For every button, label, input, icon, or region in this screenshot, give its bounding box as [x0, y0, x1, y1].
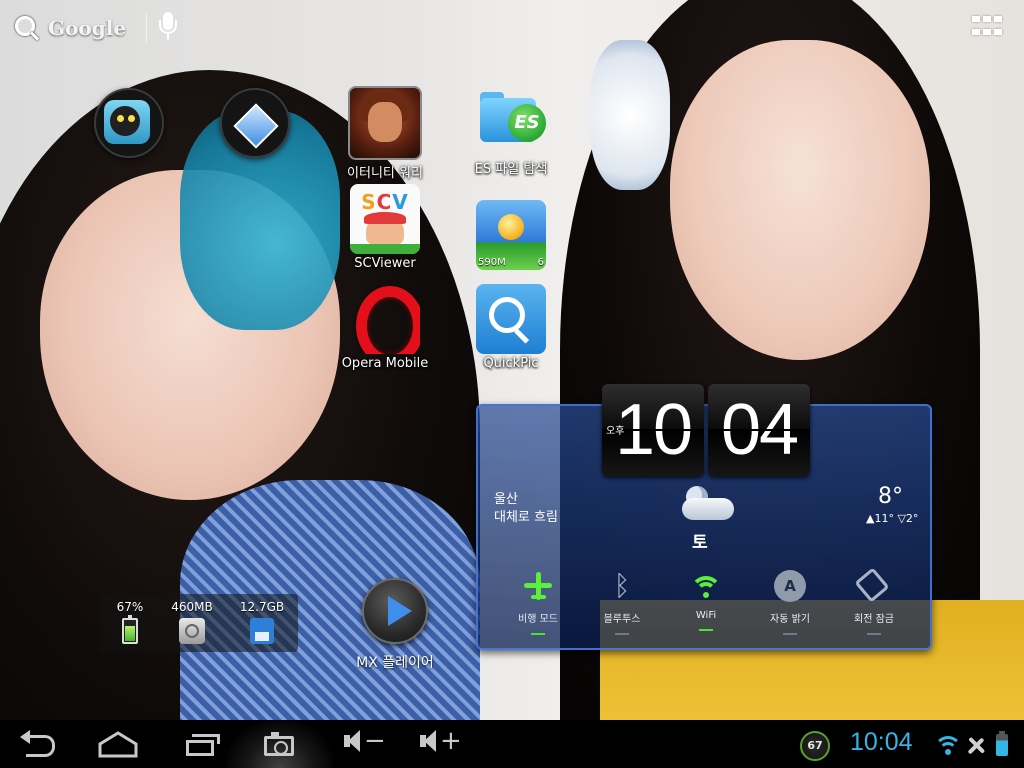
dropbox-folder-icon[interactable]	[220, 88, 290, 158]
status-battery-icon[interactable]	[996, 731, 1008, 756]
toggle-label: 비행 모드	[518, 614, 558, 625]
volume-down-icon[interactable]: −	[336, 726, 392, 762]
es-file-explorer-icon[interactable]: ES	[476, 86, 546, 156]
clock-weather-widget[interactable]: 오후 10 04 울산 대체로 흐림 토 8° ▲11° ▽2° 비행 모드 ᛒ…	[476, 384, 932, 650]
opera-icon[interactable]	[350, 284, 420, 354]
storage-cleaner-icon[interactable]: 590M 6	[476, 200, 546, 270]
wifi-icon	[690, 572, 722, 600]
back-icon[interactable]	[8, 726, 78, 762]
toggle-indicator	[783, 633, 797, 635]
memory-icon	[179, 618, 205, 644]
toggle-label: 자동 밝기	[770, 614, 810, 625]
top-bar: Google	[0, 0, 1024, 56]
temperature-high-low: ▲11° ▽2°	[866, 512, 919, 525]
scviewer-icon[interactable]: SCV	[350, 184, 420, 254]
quick-toggles: 비행 모드 ᛒ 블루투스 WiFi A 자동 밝기 회전 잠금	[478, 562, 930, 642]
google-search-bar[interactable]: Google	[12, 12, 148, 44]
app-label: 이터니티 워리	[347, 166, 423, 181]
battery-status[interactable]: 67%	[100, 600, 160, 644]
apps-grid-icon[interactable]	[972, 16, 1002, 38]
sd-free: 12.7GB	[239, 600, 285, 614]
volume-up-icon[interactable]: +	[412, 726, 468, 762]
google-search-label[interactable]: Google	[48, 16, 126, 40]
battery-percent: 67%	[116, 600, 144, 614]
battery-level-badge[interactable]: 67	[800, 731, 830, 761]
app-opera-mobile[interactable]: Opera Mobile	[330, 284, 440, 371]
system-status-widget[interactable]: 67% 460MB 12.7GB	[100, 594, 298, 652]
cloudy-night-icon[interactable]	[678, 482, 738, 522]
storage-size: 590M	[478, 257, 506, 268]
ram-status[interactable]: 460MB	[162, 600, 222, 644]
toggle-indicator	[615, 633, 629, 635]
toggle-label: 회전 잠금	[854, 614, 894, 625]
toggle-label: WiFi	[695, 610, 717, 621]
app-storage-widget[interactable]: 590M 6	[456, 200, 566, 270]
app-mx-player[interactable]: MX 플레이어	[340, 578, 450, 672]
app-scviewer[interactable]: SCV SCViewer	[330, 184, 440, 271]
play-icon[interactable]	[362, 578, 428, 644]
app-label: QuickPic	[483, 356, 539, 371]
sd-status[interactable]: 12.7GB	[232, 600, 292, 644]
home-icon[interactable]	[84, 726, 154, 762]
app-label: ES 파일 탐색	[474, 162, 548, 177]
search-icon[interactable]	[12, 13, 42, 43]
weekday-label: 토	[692, 533, 708, 553]
toggle-label: 블루투스	[603, 614, 641, 625]
app-label: SCViewer	[354, 256, 416, 271]
weather-condition: 대체로 흐림	[494, 510, 558, 525]
app-label: MX 플레이어	[356, 655, 434, 671]
battery-icon	[122, 615, 138, 644]
toggle-wifi[interactable]: WiFi	[664, 570, 748, 631]
sd-card-icon	[250, 618, 274, 644]
search-divider	[146, 14, 148, 42]
toggle-auto-brightness[interactable]: A 자동 밝기	[748, 570, 832, 635]
auto-brightness-icon: A	[774, 570, 806, 602]
app-es-file-explorer[interactable]: ES ES 파일 탐색	[456, 86, 566, 177]
toggle-indicator	[867, 633, 881, 635]
clock-hour-card[interactable]: 오후 10	[602, 384, 704, 476]
current-temperature: 8°	[878, 484, 903, 509]
mic-icon[interactable]	[158, 12, 178, 42]
wallpaper-headphones-right	[590, 40, 670, 190]
toggle-indicator	[531, 633, 545, 635]
ampm-label: 오후	[606, 426, 625, 437]
app-label: Opera Mobile	[341, 356, 429, 371]
storage-count: 6	[537, 257, 544, 268]
status-wifi-icon[interactable]	[934, 734, 962, 756]
bluetooth-icon: ᛒ	[613, 569, 631, 602]
rotation-lock-icon	[854, 567, 890, 603]
clock-minute-card[interactable]: 04	[708, 384, 810, 476]
infinity-warrior-icon[interactable]	[348, 86, 422, 160]
toggle-rotation-lock[interactable]: 회전 잠금	[832, 567, 916, 635]
toggle-airplane-mode[interactable]: 비행 모드	[496, 570, 580, 635]
airplane-icon	[524, 572, 552, 600]
toggle-bluetooth[interactable]: ᛒ 블루투스	[580, 570, 664, 635]
talking-tom-folder-icon[interactable]	[94, 88, 164, 158]
status-clock[interactable]: 10:04	[850, 728, 913, 757]
toggle-indicator	[699, 629, 713, 631]
weather-city: 울산	[494, 492, 518, 507]
screenshot-icon[interactable]	[226, 720, 334, 768]
wallpaper-face-right	[670, 40, 930, 360]
app-quickpic[interactable]: QuickPic	[456, 284, 566, 371]
quickpic-icon[interactable]	[476, 284, 546, 354]
ram-free: 460MB	[171, 600, 213, 614]
app-infinity-warrior[interactable]: 이터니티 워리	[330, 86, 440, 181]
